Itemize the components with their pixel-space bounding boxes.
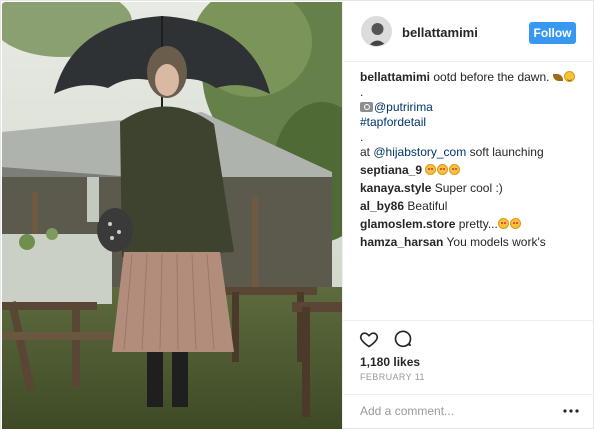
mention-link[interactable]: @hijabstory_com bbox=[373, 145, 466, 159]
caption-line: bellattamimi ootd before the dawn. bbox=[360, 70, 584, 85]
launch-line: at @hijabstory_com soft launching bbox=[360, 145, 584, 160]
comment-username[interactable]: kanaya.style bbox=[360, 181, 431, 195]
post-date[interactable]: FEBRUARY 11 bbox=[360, 372, 425, 382]
caption-dot: . bbox=[360, 85, 364, 99]
launch-suffix: soft launching bbox=[466, 145, 544, 159]
comment-text: Beatiful bbox=[407, 199, 448, 213]
comment-item: kanaya.style Super cool :) bbox=[360, 181, 584, 196]
caption-dot: . bbox=[360, 130, 364, 144]
instagram-post: bellattamimi Follow bellattamimi ootd be… bbox=[0, 0, 594, 429]
post-photo-illustration bbox=[2, 2, 342, 429]
leaf-emoji bbox=[552, 74, 563, 81]
heart-eyes-emoji bbox=[497, 218, 509, 229]
post-details-panel: bellattamimi Follow bellattamimi ootd be… bbox=[342, 2, 594, 429]
comment-text: Super cool :) bbox=[434, 181, 503, 195]
camera-emoji bbox=[360, 102, 373, 112]
heart-icon[interactable] bbox=[359, 329, 379, 349]
launch-prefix: at bbox=[360, 145, 374, 159]
comment-username[interactable]: hamza_harsan bbox=[360, 235, 443, 249]
username[interactable]: bellattamimi bbox=[402, 25, 478, 40]
more-options-icon[interactable] bbox=[562, 402, 580, 420]
add-comment-bar bbox=[343, 394, 594, 429]
comment-item: septiana_9 bbox=[360, 163, 584, 178]
caption-username[interactable]: bellattamimi bbox=[360, 70, 430, 84]
avatar[interactable] bbox=[361, 16, 392, 47]
comments-list: bellattamimi ootd before the dawn. . @pu… bbox=[360, 70, 584, 250]
heart-eyes-emoji bbox=[425, 164, 437, 175]
avatar-image bbox=[362, 17, 391, 46]
photo-credit-link[interactable]: @putririma bbox=[374, 100, 433, 114]
comment-item: hamza_harsan You models work's bbox=[360, 235, 584, 250]
heart-eyes-emoji bbox=[449, 164, 461, 175]
smile-emoji bbox=[563, 71, 575, 82]
follow-button[interactable]: Follow bbox=[529, 22, 576, 44]
comment-item: al_by86 Beatiful bbox=[360, 199, 584, 214]
comment-text: pretty... bbox=[458, 217, 498, 231]
comment-bubble-icon[interactable] bbox=[393, 329, 413, 349]
heart-eyes-emoji bbox=[437, 164, 449, 175]
comment-item: glamoslem.store pretty... bbox=[360, 217, 584, 232]
comment-username[interactable]: septiana_9 bbox=[360, 163, 422, 177]
caption-text: ootd before the dawn. bbox=[433, 70, 550, 84]
comment-username[interactable]: al_by86 bbox=[360, 199, 404, 213]
comment-input[interactable] bbox=[360, 400, 550, 422]
heart-eyes-emoji bbox=[509, 218, 521, 229]
comment-text: You models work's bbox=[446, 235, 546, 249]
hashtag-link[interactable]: #tapfordetail bbox=[360, 115, 584, 130]
comment-username[interactable]: glamoslem.store bbox=[360, 217, 455, 231]
post-photo[interactable] bbox=[2, 2, 342, 429]
post-header: bellattamimi Follow bbox=[343, 2, 594, 62]
likes-count[interactable]: 1,180 likes bbox=[360, 355, 420, 369]
action-icons bbox=[359, 329, 423, 354]
photo-credit-line: @putririma bbox=[360, 100, 584, 115]
